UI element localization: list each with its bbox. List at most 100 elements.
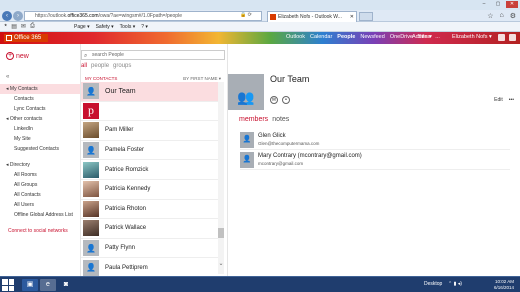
new-tab-button[interactable] bbox=[359, 12, 373, 21]
contact-avatar bbox=[83, 122, 99, 139]
group-name: Our Team bbox=[270, 74, 310, 84]
nav-more[interactable]: ... bbox=[435, 34, 440, 40]
new-contact-button[interactable]: + new bbox=[6, 52, 29, 60]
admin-menu[interactable]: Admin ▾ bbox=[412, 34, 432, 40]
contact-list-scrollbar[interactable]: ⌄ bbox=[218, 82, 224, 274]
email-group-icon[interactable]: ✉ bbox=[270, 96, 278, 104]
system-tray[interactable]: ⌃ ▮ ◂) bbox=[448, 281, 462, 287]
internet-explorer-icon[interactable]: e bbox=[40, 279, 56, 291]
url-path: /owa/?ae=wingsm#/1.0Fpath=/people bbox=[98, 13, 182, 19]
start-button[interactable] bbox=[2, 279, 14, 291]
nav-item-2[interactable]: Lync Contacts bbox=[0, 104, 80, 114]
list-title: MY CONTACTS bbox=[85, 76, 118, 81]
nav-item-3[interactable]: ◂ Other contacts bbox=[0, 114, 80, 124]
connect-social-link[interactable]: Connect to social networks bbox=[0, 226, 80, 236]
filter-all[interactable]: all bbox=[81, 63, 87, 69]
back-icon[interactable]: ‹ bbox=[2, 11, 12, 21]
nav-calendar[interactable]: Calendar bbox=[310, 34, 332, 40]
feeds-icon[interactable]: ▤ bbox=[11, 23, 17, 30]
tab-close-icon[interactable]: ✕ bbox=[350, 12, 354, 22]
contact-row[interactable]: Patrick Wallace bbox=[81, 219, 221, 239]
contact-row[interactable]: Patrice Romzick bbox=[81, 160, 221, 180]
nav-item-4[interactable]: LinkedIn bbox=[0, 124, 80, 134]
collapse-pane-icon[interactable]: « bbox=[6, 74, 9, 80]
print-icon[interactable]: ⎙ bbox=[30, 23, 35, 30]
view-filters: all people groups bbox=[81, 63, 131, 69]
nav-item-12[interactable]: All Users bbox=[0, 200, 80, 210]
safety-menu[interactable]: Safety ▾ bbox=[96, 24, 114, 30]
forward-icon[interactable]: › bbox=[13, 11, 23, 21]
more-actions-icon[interactable]: ••• bbox=[509, 97, 514, 103]
nav-newsfeed[interactable]: Newsfeed bbox=[360, 34, 384, 40]
office365-logo[interactable]: Office 365 bbox=[4, 34, 48, 42]
nav-item-9[interactable]: All Rooms bbox=[0, 170, 80, 180]
mail-icon[interactable]: ✉ bbox=[21, 23, 26, 30]
nav-item-11[interactable]: All Contacts bbox=[0, 190, 80, 200]
filter-people[interactable]: people bbox=[91, 63, 109, 69]
contact-avatar: 👤 bbox=[83, 259, 99, 276]
home-icon[interactable]: ⌂ bbox=[499, 12, 503, 20]
close-button[interactable]: ✕ bbox=[506, 1, 518, 8]
nav-item-5[interactable]: My Site bbox=[0, 134, 80, 144]
nav-item-0[interactable]: ◂ My Contacts bbox=[0, 84, 80, 94]
contact-row[interactable]: p bbox=[81, 102, 221, 122]
minimize-button[interactable]: – bbox=[478, 1, 490, 8]
contact-row[interactable]: 👤 Our Team bbox=[81, 82, 221, 102]
nav-item-10[interactable]: All Groups bbox=[0, 180, 80, 190]
member-row[interactable]: 👤 Mary Contrary (mcontrary@gmail.com) mcon… bbox=[240, 150, 510, 170]
tools-menu[interactable]: Tools ▾ bbox=[120, 24, 136, 30]
camtasia-icon[interactable]: ◙ bbox=[58, 279, 74, 291]
nav-item-8[interactable]: ◂ Directory bbox=[0, 160, 80, 170]
nav-item-1[interactable]: Contacts bbox=[0, 94, 80, 104]
settings-icon[interactable] bbox=[498, 34, 505, 41]
filter-groups[interactable]: groups bbox=[113, 63, 131, 69]
desktop-label[interactable]: Desktop bbox=[424, 281, 442, 287]
tab-members[interactable]: members bbox=[239, 116, 268, 123]
settings-gear-icon[interactable]: ⚙ bbox=[510, 12, 516, 20]
nav-onedrive[interactable]: OneDrive bbox=[390, 34, 413, 40]
favorites-icon[interactable]: ☆ bbox=[487, 12, 493, 20]
search-placeholder: search People bbox=[92, 52, 124, 58]
url-prefix: https://outlook. bbox=[35, 13, 68, 19]
clock[interactable]: 10:02 AM 6/16/2014 bbox=[494, 279, 514, 291]
contact-avatar bbox=[83, 200, 99, 217]
search-input[interactable]: ⌕ search People bbox=[81, 50, 225, 60]
nav-outlook[interactable]: Outlook bbox=[286, 34, 305, 40]
browser-tab-outlook[interactable]: Elizabeth Nofs - Outlook W... ✕ bbox=[267, 11, 357, 22]
add-favorites-icon[interactable]: ⭑ bbox=[4, 23, 7, 30]
member-name: Mary Contrary (mcontrary@gmail.com) bbox=[258, 153, 362, 159]
tab-notes[interactable]: notes bbox=[272, 116, 289, 123]
nav-item-6[interactable]: Suggested Contacts bbox=[0, 144, 80, 154]
contact-row[interactable]: Patricia Kennedy bbox=[81, 180, 221, 200]
contact-row[interactable]: Pam Miller bbox=[81, 121, 221, 141]
file-explorer-icon[interactable]: ▣ bbox=[22, 279, 38, 291]
window-controls: – ▢ ✕ bbox=[478, 1, 518, 8]
nav-people[interactable]: People bbox=[337, 34, 355, 40]
contact-row[interactable]: Patricia Rhoton bbox=[81, 200, 221, 220]
contact-row[interactable]: 👤 Pamela Foster bbox=[81, 141, 221, 161]
new-label: new bbox=[16, 52, 29, 60]
im-group-icon[interactable]: ⚬ bbox=[282, 96, 290, 104]
help-icon[interactable] bbox=[509, 34, 516, 41]
contact-avatar bbox=[83, 220, 99, 237]
header-icons bbox=[498, 34, 516, 41]
member-row[interactable]: 👤 Glen Glick Glen@thecomputermama.com bbox=[240, 130, 510, 150]
maximize-button[interactable]: ▢ bbox=[492, 1, 504, 8]
lock-refresh-icons[interactable]: 🔒 ⟳ bbox=[240, 12, 252, 18]
group-avatar: 👥 bbox=[228, 74, 264, 110]
address-bar[interactable]: https://outlook.office365.com/owa/?ae=wi… bbox=[24, 11, 262, 21]
edit-button[interactable]: Edit bbox=[494, 97, 503, 103]
scroll-thumb[interactable] bbox=[218, 228, 224, 238]
contact-row[interactable]: 👤 Paula Pettiprem bbox=[81, 258, 221, 278]
help-menu[interactable]: ? ▾ bbox=[141, 24, 148, 30]
contact-list-pane: ⌕ search People all people groups MY CON… bbox=[80, 44, 228, 292]
scroll-down-icon[interactable]: ⌄ bbox=[218, 260, 224, 268]
contact-avatar: 👤 bbox=[83, 142, 99, 159]
command-bar: ⭑ ▤ ✉ ⎙ Page ▾ Safety ▾ Tools ▾ ? ▾ bbox=[0, 22, 520, 32]
page-menu[interactable]: Page ▾ bbox=[74, 24, 90, 30]
contact-row[interactable]: 👤 Patty Flynn bbox=[81, 239, 221, 259]
user-menu[interactable]: Elizabeth Nofs ▾ bbox=[452, 34, 492, 40]
list-header: MY CONTACTS BY FIRST NAME ▾ bbox=[85, 76, 225, 81]
contact-name: Paula Pettiprem bbox=[105, 264, 148, 271]
nav-item-13[interactable]: Offline Global Address List bbox=[0, 210, 80, 220]
